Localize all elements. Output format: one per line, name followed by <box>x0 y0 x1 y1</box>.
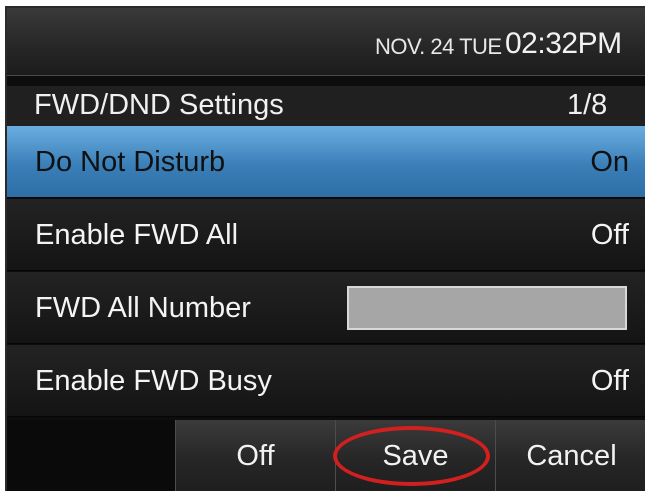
setting-row-do-not-disturb[interactable]: Do Not Disturb On <box>7 126 645 198</box>
status-bar: NOV. 24 TUE 02:32PM <box>7 8 645 76</box>
setting-value: Off <box>590 219 629 251</box>
status-date: NOV. 24 TUE <box>375 34 502 59</box>
softkey-empty <box>15 420 175 491</box>
setting-label: Enable FWD All <box>35 219 239 251</box>
setting-label: Do Not Disturb <box>35 146 226 178</box>
cancel-softkey[interactable]: Cancel <box>495 420 645 491</box>
off-softkey[interactable]: Off <box>175 420 335 491</box>
setting-value: On <box>590 146 629 178</box>
setting-row-enable-fwd-busy[interactable]: Enable FWD Busy Off <box>7 345 645 417</box>
page-indicator: 1/8 <box>567 89 608 121</box>
setting-value: Off <box>590 365 629 397</box>
setting-row-enable-fwd-all[interactable]: Enable FWD All Off <box>7 199 645 271</box>
settings-header: FWD/DND Settings 1/8 <box>7 86 645 126</box>
setting-row-fwd-all-number[interactable]: FWD All Number <box>7 272 645 344</box>
setting-label: FWD All Number <box>35 292 251 324</box>
page-title: FWD/DND Settings <box>34 89 284 121</box>
phone-screen: NOV. 24 TUE 02:32PM FWD/DND Settings 1/8… <box>5 6 645 491</box>
status-time: 02:32PM <box>505 27 622 60</box>
softkey-bar: Off Save Cancel <box>7 420 645 491</box>
fwd-all-number-input[interactable] <box>347 286 627 330</box>
setting-label: Enable FWD Busy <box>35 365 272 397</box>
save-softkey[interactable]: Save <box>335 420 495 491</box>
